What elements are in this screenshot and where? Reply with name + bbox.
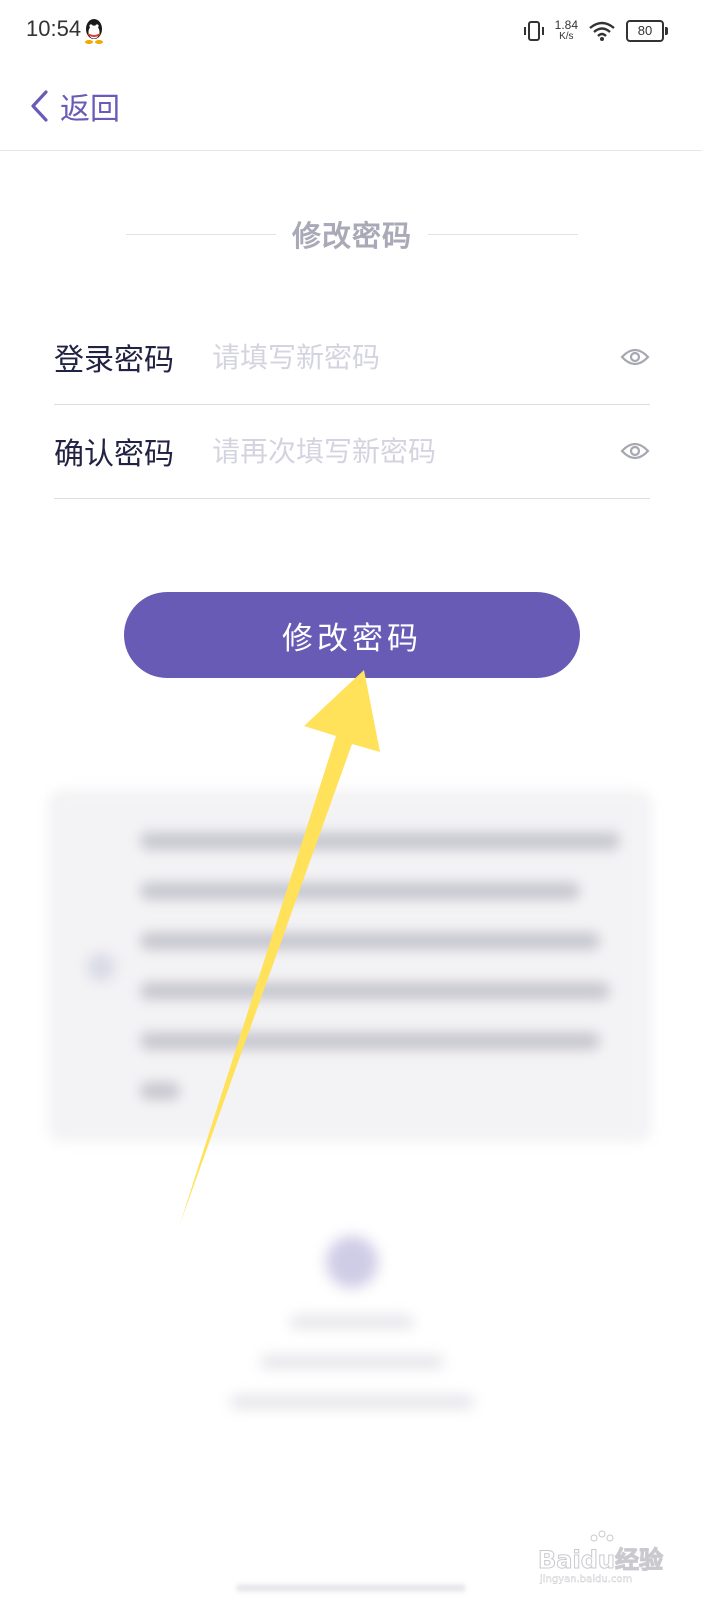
net-speed-value: 1.84	[554, 18, 578, 32]
divider-right	[428, 233, 579, 235]
blurred-line	[140, 932, 600, 950]
password-row: 登录密码	[54, 310, 650, 405]
confirm-password-input[interactable]	[212, 434, 610, 468]
net-speed: 1.84 K/s	[555, 19, 578, 43]
chevron-left-icon	[31, 90, 48, 122]
blurred-icon	[86, 952, 116, 982]
status-bar: 10:54 1.84 K/s 80	[0, 0, 702, 64]
blurred-logo-icon	[326, 1236, 378, 1288]
status-time: 10:54	[26, 16, 82, 41]
watermark-text: Baidu经验	[538, 1546, 663, 1574]
blurred-line	[140, 1032, 600, 1050]
battery-icon: 80	[626, 20, 668, 42]
wifi-icon	[589, 21, 615, 41]
blurred-line	[140, 1082, 180, 1100]
blurred-line	[290, 1316, 414, 1328]
eye-icon[interactable]	[620, 346, 650, 368]
blurred-footer	[220, 1230, 482, 1430]
section-title-row: 修改密码	[126, 214, 579, 254]
qq-icon	[85, 19, 103, 44]
blurred-line	[260, 1356, 444, 1368]
nav-bar: 返回	[0, 64, 702, 151]
divider-left	[126, 233, 276, 235]
status-icons: 1.84 K/s 80	[523, 16, 668, 46]
blurred-line	[140, 832, 620, 850]
home-indicator	[236, 1584, 466, 1592]
blurred-line	[140, 982, 610, 1000]
password-input[interactable]	[212, 340, 610, 374]
watermark-subtext: jingyan.baidu.com	[539, 1574, 632, 1584]
page-title: 修改密码	[292, 219, 413, 253]
blurred-line	[140, 882, 580, 900]
back-label: 返回	[60, 92, 120, 127]
baidu-watermark-logo: Baidu经验 jingyan.baidu.com	[538, 1530, 663, 1584]
net-speed-unit: K/s	[559, 31, 574, 42]
back-button[interactable]: 返回	[28, 84, 120, 128]
confirm-password-row: 确认密码	[54, 404, 650, 499]
password-label: 登录密码	[54, 343, 174, 378]
blurred-line	[230, 1396, 474, 1408]
confirm-password-label: 确认密码	[54, 437, 174, 472]
vibrate-icon	[523, 21, 544, 41]
blurred-info-card	[48, 790, 652, 1142]
change-password-button[interactable]: 修改密码	[124, 592, 580, 678]
eye-icon[interactable]	[620, 440, 650, 462]
